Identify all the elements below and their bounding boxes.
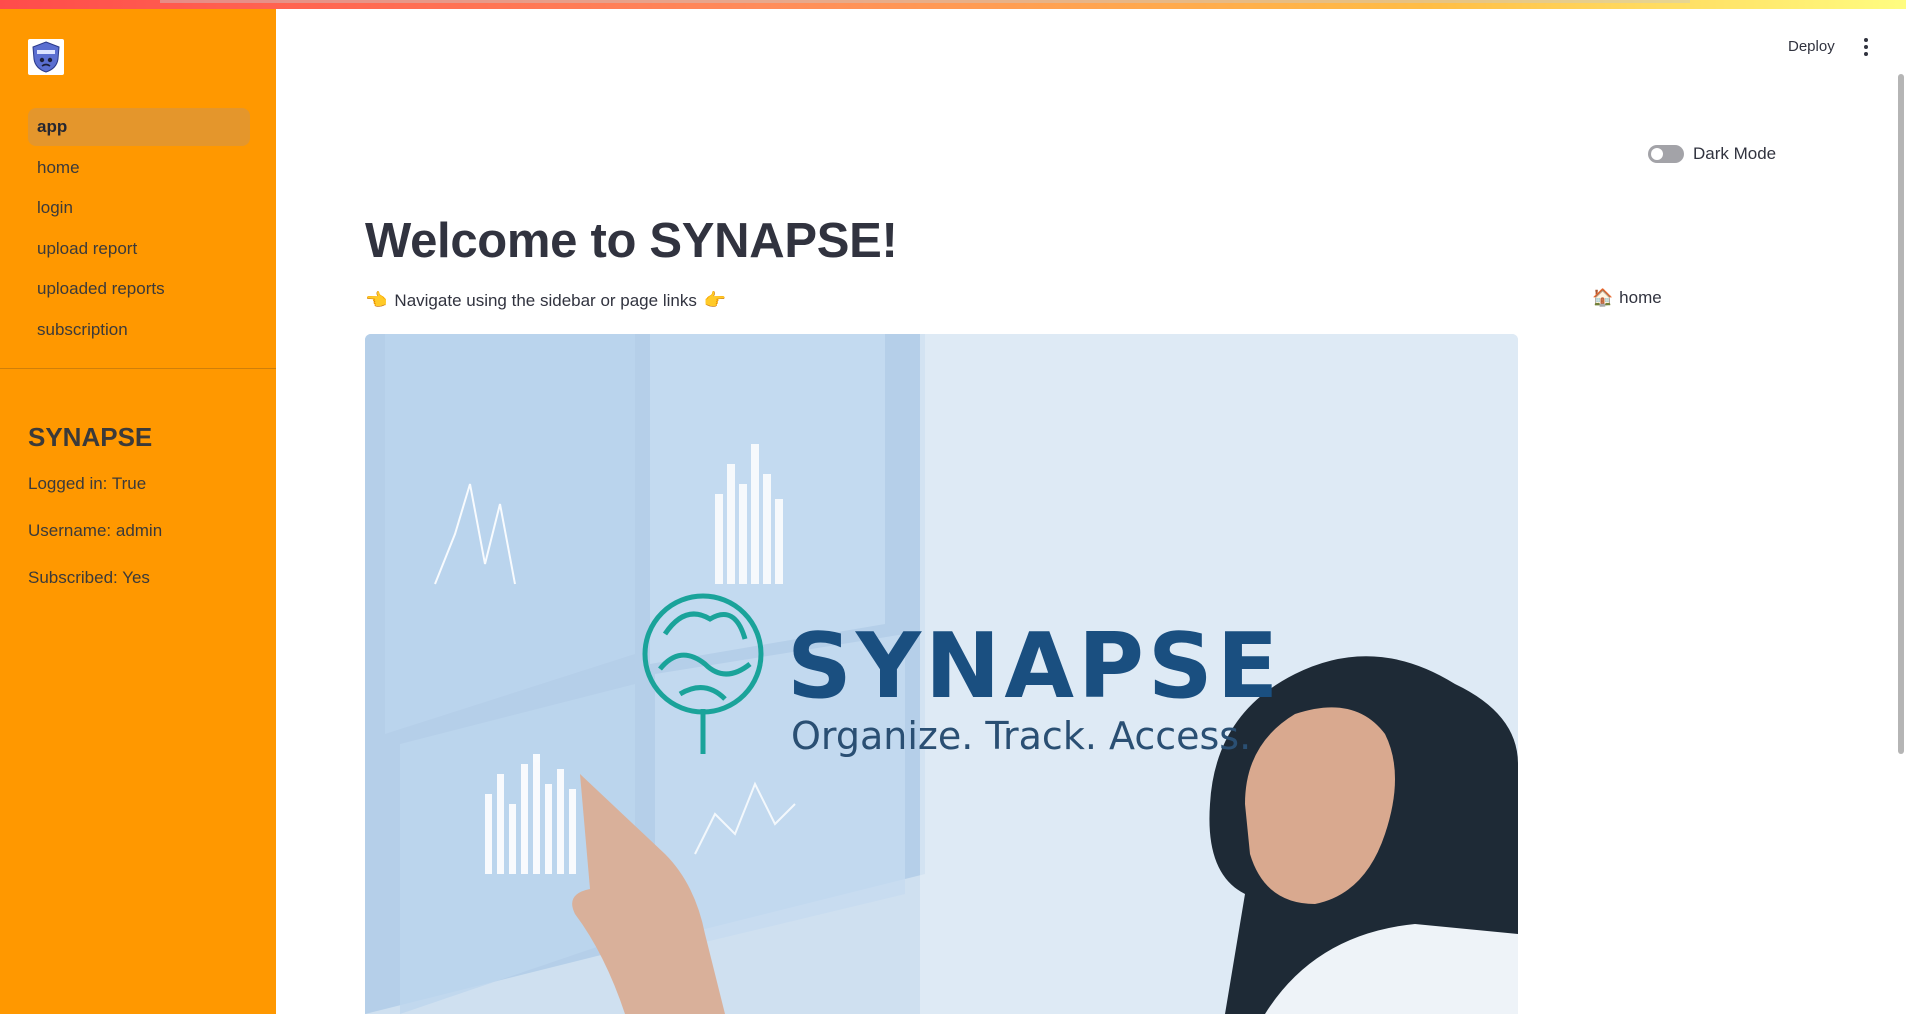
kebab-menu-icon[interactable] [1856, 34, 1876, 60]
sidebar-item-login[interactable]: login [28, 189, 250, 227]
sidebar-item-home[interactable]: home [28, 149, 250, 187]
deploy-button[interactable]: Deploy [1776, 32, 1847, 62]
sidebar-item-uploaded-reports[interactable]: uploaded reports [28, 270, 250, 308]
pointing-left-icon: 👈 [365, 290, 388, 310]
shield-logo-icon [32, 41, 60, 73]
sidebar-item-app[interactable]: app [28, 108, 250, 146]
hero-image: SYNAPSE Organize. Track. Access. [365, 334, 1518, 1014]
scrollbar[interactable] [1898, 74, 1904, 754]
page-title: Welcome to SYNAPSE! [365, 214, 898, 268]
hero-brand-text: SYNAPSE [787, 614, 1283, 719]
toggle-switch[interactable] [1648, 145, 1684, 163]
page-link-label: home [1619, 288, 1662, 307]
sidebar-item-upload-report[interactable]: upload report [28, 230, 250, 268]
toggle-knob [1651, 148, 1663, 160]
sidebar-divider [0, 368, 276, 369]
page-link-home[interactable]: 🏠 home [1592, 288, 1662, 308]
subscription-status: Subscribed: Yes [28, 568, 150, 587]
house-icon: 🏠 [1592, 288, 1614, 307]
app-logo [28, 39, 64, 75]
top-loading-bar [160, 0, 1690, 3]
navigation-hint: 👈 Navigate using the sidebar or page lin… [365, 290, 726, 311]
dark-mode-label: Dark Mode [1693, 144, 1777, 163]
sidebar-item-subscription[interactable]: subscription [28, 311, 250, 349]
sidebar-title: SYNAPSE [28, 422, 153, 452]
pointing-right-icon: 👉 [703, 290, 727, 310]
logged-in-status: Logged in: True [28, 474, 147, 493]
sidebar: app home login upload report uploaded re… [0, 9, 276, 1014]
username-status: Username: admin [28, 521, 163, 540]
sidebar-nav: app home login upload report uploaded re… [28, 108, 250, 352]
hero-tagline: Organize. Track. Access. [791, 714, 1252, 758]
dark-mode-toggle[interactable]: Dark Mode [1648, 144, 1776, 164]
navigation-hint-text: Navigate using the sidebar or page links [394, 290, 697, 310]
